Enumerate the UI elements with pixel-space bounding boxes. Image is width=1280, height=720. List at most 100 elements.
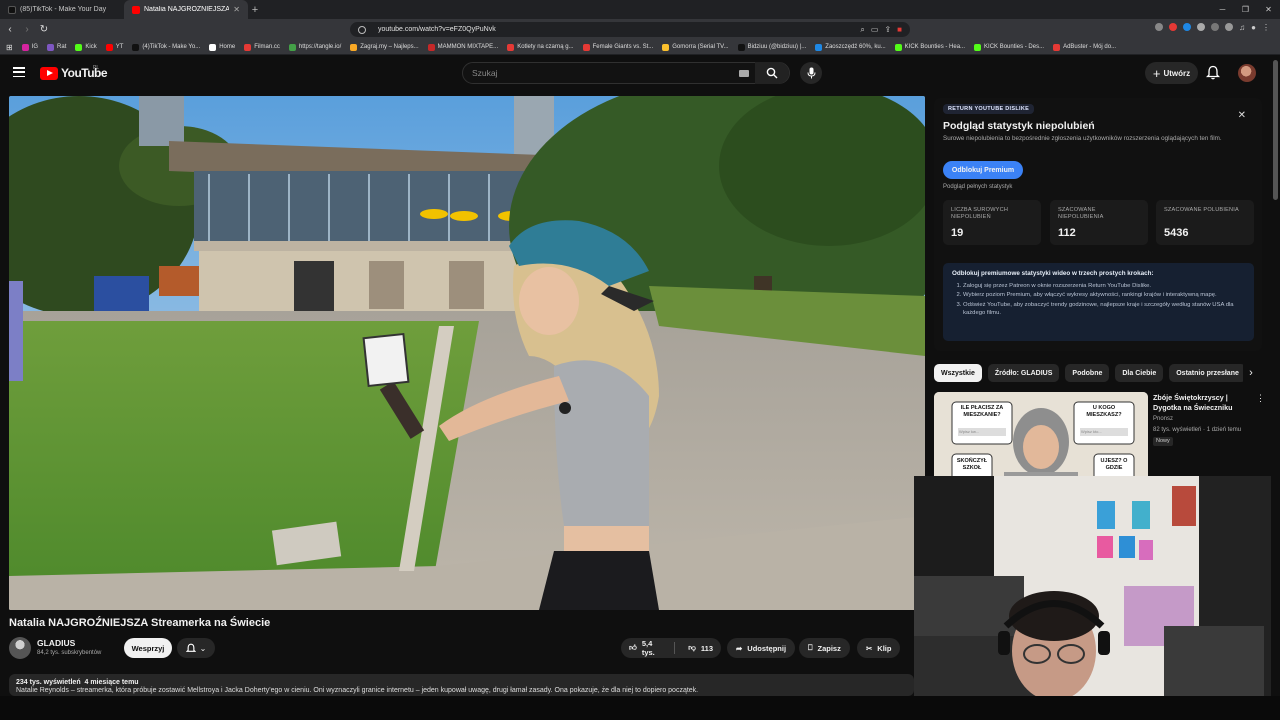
- bookmark-item[interactable]: KICK Bounties - Hea...: [894, 43, 965, 51]
- bookmark-label: AdBuster - Mój do...: [1063, 44, 1117, 50]
- reload-icon[interactable]: ↻: [37, 24, 51, 35]
- keyboard-icon[interactable]: [739, 70, 749, 77]
- close-icon[interactable]: ✕: [1238, 110, 1246, 121]
- bookmark-favicon-icon: [427, 43, 435, 51]
- music-icon[interactable]: ♫: [1239, 23, 1245, 32]
- chip-source[interactable]: Źródło: GLADIUS: [987, 364, 1060, 382]
- extension-icon[interactable]: [1169, 23, 1178, 31]
- share-label: Udostępnij: [747, 643, 787, 653]
- share-button[interactable]: ➦ Udostępnij: [727, 638, 796, 658]
- account-avatar[interactable]: [1238, 64, 1256, 82]
- bookmark-favicon-icon: [105, 43, 113, 51]
- zoom-icon[interactable]: ⌕: [860, 25, 864, 35]
- bookmark-label: Zaoszczędź 60%, ku...: [825, 44, 886, 50]
- like-button[interactable]: 👍︎ 5,4 tys.: [621, 638, 669, 658]
- clip-button[interactable]: ✂ Klip: [857, 638, 901, 658]
- new-tab-button[interactable]: +: [248, 4, 262, 16]
- bell-icon[interactable]: [1206, 65, 1220, 80]
- tab-tiktok[interactable]: (85)TikTok - Make Your Day: [0, 0, 124, 19]
- site-info-icon[interactable]: [358, 25, 366, 34]
- unlock-premium-button[interactable]: Odblokuj Premium: [943, 161, 1023, 179]
- recommendation-channel[interactable]: Pnonsz: [1153, 416, 1173, 422]
- extension-badge-icon[interactable]: ■: [897, 25, 902, 35]
- bookmark-item[interactable]: Female Giants vs. St...: [582, 43, 653, 51]
- bookmark-item[interactable]: Zagraj.my – Najleps...: [350, 43, 419, 51]
- bookmark-item[interactable]: Filman.cc: [244, 43, 280, 51]
- scrollbar-thumb[interactable]: [1273, 60, 1278, 200]
- like-dislike-group: 👍︎ 5,4 tys. 👎︎ 113: [621, 638, 721, 658]
- video-frame: [9, 96, 925, 610]
- url-text[interactable]: youtube.com/watch?v=eFZ0QyPuNvk: [378, 26, 496, 33]
- bookmark-item[interactable]: Gomorra (Serial TV...: [662, 43, 729, 51]
- bookmark-item[interactable]: MAMMON MIXTAPE...: [427, 43, 498, 51]
- thumb-bubble-4: UJESZ? O GDZIE: [1100, 458, 1128, 471]
- search-input[interactable]: Szukaj: [462, 62, 790, 84]
- profile-icon[interactable]: ●: [1251, 23, 1256, 32]
- chip-all[interactable]: Wszystkie: [934, 364, 982, 382]
- bookmark-label: (4)TikTok - Make Yo...: [142, 44, 201, 50]
- tab-youtube[interactable]: Natalia NAJGROŹNIEJSZA Streamerka ✕: [124, 0, 248, 19]
- step-item: Zaloguj się przez Patreon w oknie rozsze…: [963, 282, 1245, 290]
- channel-avatar[interactable]: [9, 637, 31, 659]
- save-button[interactable]: ⎕ Zapisz: [799, 638, 850, 658]
- stat-estimated-dislikes: SZACOWANE NIEPOLUBIENIA 112: [1050, 200, 1148, 245]
- clip-label: Klip: [877, 643, 892, 653]
- bookmark-item[interactable]: YT: [105, 43, 123, 51]
- video-player[interactable]: [9, 96, 925, 610]
- close-window-icon[interactable]: ✕: [1257, 0, 1280, 19]
- dislike-button[interactable]: 👎︎ 113: [680, 638, 721, 658]
- steps-title: Odblokuj premiumowe statystyki wideo w t…: [952, 270, 1154, 277]
- close-tab-icon[interactable]: ✕: [233, 5, 240, 14]
- chip-for-you[interactable]: Dla Ciebie: [1115, 364, 1164, 382]
- more-options-icon[interactable]: ⋮: [1256, 393, 1265, 404]
- bookmark-item[interactable]: Kotlety na czarną g...: [507, 43, 574, 51]
- chip-similar[interactable]: Podobne: [1065, 364, 1110, 382]
- omnibox[interactable]: youtube.com/watch?v=eFZ0QyPuNvk ⌕ ▭ ⇪ ■: [350, 22, 910, 37]
- bookmark-item[interactable]: Kick: [75, 43, 97, 51]
- youtube-wordmark: YouTube: [61, 66, 108, 80]
- create-button[interactable]: + Utwórz: [1145, 62, 1198, 84]
- search-button[interactable]: [755, 62, 789, 84]
- bookmark-label: Gomorra (Serial TV...: [672, 44, 729, 50]
- apps-grid-icon[interactable]: ⊞: [6, 43, 13, 52]
- install-icon[interactable]: ▭: [871, 25, 879, 35]
- bookmark-favicon-icon: [737, 43, 745, 51]
- extension-icon[interactable]: [1211, 23, 1220, 31]
- description-box[interactable]: 234 tys. wyświetleń 4 miesiące temu Nata…: [9, 674, 914, 696]
- browser-menu-icon[interactable]: ⋮: [1262, 23, 1270, 32]
- bookmark-favicon-icon: [974, 43, 982, 51]
- voice-search-button[interactable]: [800, 62, 822, 84]
- bookmark-item[interactable]: IG: [21, 43, 38, 51]
- back-icon[interactable]: ‹: [3, 24, 17, 35]
- bookmark-item[interactable]: (4)TikTok - Make Yo...: [132, 43, 201, 51]
- channel-name[interactable]: GLADIUS: [37, 638, 75, 648]
- bookmark-icon: ⎕: [808, 643, 813, 652]
- search-icon: [766, 67, 778, 79]
- step-item: Wybierz poziom Premium, aby włączyć wykr…: [963, 291, 1245, 299]
- extension-icon[interactable]: [1197, 23, 1206, 31]
- extension-icon[interactable]: [1183, 23, 1192, 31]
- restore-icon[interactable]: ❐: [1234, 0, 1257, 19]
- minimize-icon[interactable]: ─: [1211, 0, 1234, 19]
- bookmark-item[interactable]: Home: [209, 43, 235, 51]
- notification-bell-button[interactable]: ⌄: [177, 638, 215, 658]
- bookmark-favicon-icon: [350, 43, 358, 51]
- menu-icon[interactable]: [13, 67, 25, 77]
- bookmark-item[interactable]: Zaoszczędź 60%, ku...: [815, 43, 886, 51]
- extension-icon[interactable]: [1225, 23, 1234, 31]
- extension-icon[interactable]: [1155, 23, 1164, 31]
- window-controls: ─ ❐ ✕: [1211, 0, 1280, 19]
- page-scrollbar[interactable]: [1271, 60, 1280, 696]
- extensions-area: ♫ ● ⋮: [1155, 23, 1270, 32]
- bookmark-item[interactable]: AdBuster - Mój do...: [1053, 43, 1117, 51]
- bookmark-item[interactable]: Rat: [47, 43, 66, 51]
- share-icon[interactable]: ⇪: [884, 25, 891, 35]
- recommendation-title[interactable]: Zbóje Świętokrzyscy | Dygotka na Świeczn…: [1153, 393, 1253, 412]
- chip-recent[interactable]: Ostatnio przesłane: [1169, 364, 1246, 382]
- bookmark-item[interactable]: KICK Bounties - Des...: [974, 43, 1044, 51]
- support-button[interactable]: Wesprzyj: [124, 638, 172, 658]
- chevron-right-icon[interactable]: ›: [1243, 364, 1259, 382]
- bookmark-item[interactable]: https://tangle.io/: [288, 43, 341, 51]
- forward-icon[interactable]: ›: [20, 24, 34, 35]
- bookmark-item[interactable]: Bidziuu (@bidziuu) |...: [737, 43, 806, 51]
